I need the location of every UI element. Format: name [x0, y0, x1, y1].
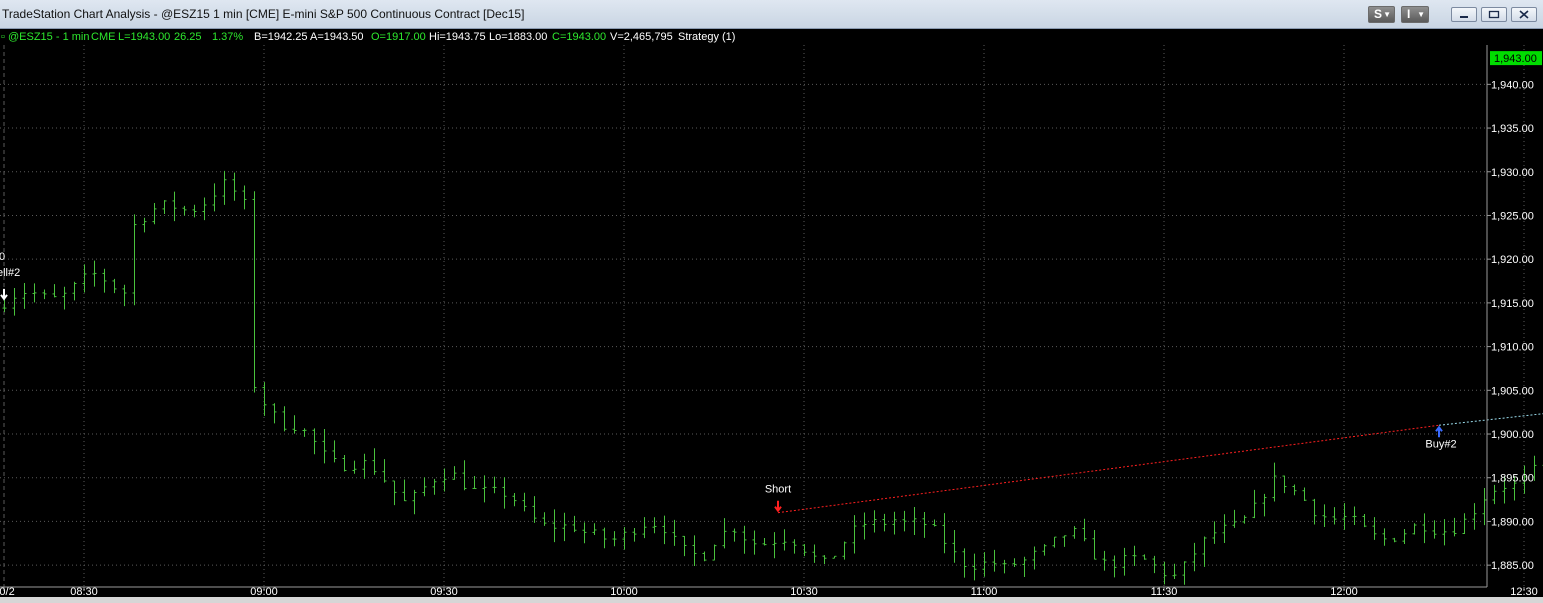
chevron-down-icon: ▼: [1383, 10, 1391, 19]
exit-label-clipped: 0: [0, 251, 5, 263]
maximize-button[interactable]: [1481, 7, 1507, 22]
info-symbol: @ESZ15 - 1 min: [8, 31, 90, 43]
x-tick-label: 11:00: [971, 586, 998, 598]
x-tick-label: 10/2: [0, 586, 15, 598]
interval-link-label: I: [1407, 7, 1411, 21]
y-tick-label: 1,935.00: [1491, 123, 1534, 135]
y-tick-label: 1,910.00: [1491, 342, 1534, 354]
minimize-button[interactable]: [1451, 7, 1477, 22]
symbol-link-button[interactable]: S ▼: [1368, 6, 1395, 23]
x-tick-label: 12:00: [1330, 586, 1358, 598]
info-change: 26.25: [174, 31, 202, 43]
price-chart[interactable]: Short Buy#2 0 ell#2 1,885.00 1,890.00 1,895.0…: [0, 45, 1543, 603]
y-tick-label: 1,925.00: [1491, 210, 1534, 222]
window-titlebar: TradeStation Chart Analysis - @ESZ15 1 m…: [0, 0, 1543, 29]
expand-icon[interactable]: ▫: [1, 31, 5, 43]
y-tick-label: 1,895.00: [1491, 473, 1534, 485]
last-price-label: 1,943.00: [1494, 53, 1537, 65]
info-exchange: CME: [91, 31, 116, 43]
close-icon: [1519, 10, 1529, 19]
sell-label-clipped: ell#2: [0, 267, 20, 279]
y-tick-label: 1,920.00: [1491, 254, 1534, 266]
x-tick-label: 09:00: [250, 586, 278, 598]
buy-label: Buy#2: [1425, 438, 1456, 450]
minimize-icon: [1460, 16, 1468, 18]
x-tick-label: 10:00: [610, 586, 638, 598]
x-tick-label: 12:30: [1510, 586, 1538, 598]
maximize-icon: [1488, 10, 1500, 19]
info-low: Lo=1883.00: [489, 31, 548, 43]
x-tick-label: 10:30: [790, 586, 818, 598]
close-button[interactable]: [1511, 7, 1537, 22]
info-high: Hi=1943.75: [429, 31, 486, 43]
x-tick-label: 11:30: [1151, 586, 1178, 598]
chart-background: [0, 45, 1543, 603]
info-ask: A=1943.50: [310, 31, 364, 43]
info-strategy: Strategy (1): [678, 31, 736, 43]
x-tick-label: 08:30: [70, 586, 98, 598]
chevron-down-icon: ▼: [1417, 10, 1425, 19]
symbol-info-bar: ▫ @ESZ15 - 1 min CME L=1943.00 26.25 1.3…: [0, 29, 1543, 45]
short-label: Short: [765, 484, 791, 496]
info-close: C=1943.00: [552, 31, 607, 43]
y-tick-label: 1,890.00: [1491, 516, 1534, 528]
info-pct: 1.37%: [212, 31, 244, 43]
symbol-link-label: S: [1374, 7, 1383, 21]
window-title: TradeStation Chart Analysis - @ESZ15 1 m…: [2, 7, 525, 21]
chart-scrollbar[interactable]: [0, 597, 1543, 603]
y-tick-label: 1,940.00: [1491, 79, 1534, 91]
info-open: O=1917.00: [371, 31, 426, 43]
y-tick-label: 1,930.00: [1491, 167, 1534, 179]
info-volume: V=2,465,795: [610, 31, 673, 43]
interval-link-button[interactable]: I ▼: [1401, 6, 1429, 23]
x-tick-label: 09:30: [430, 586, 458, 598]
y-tick-label: 1,885.00: [1491, 560, 1534, 572]
y-tick-label: 1,900.00: [1491, 429, 1534, 441]
info-bid: B=1942.25: [254, 31, 308, 43]
info-last: L=1943.00: [118, 31, 171, 43]
y-tick-label: 1,905.00: [1491, 385, 1534, 397]
y-tick-label: 1,915.00: [1491, 298, 1534, 310]
